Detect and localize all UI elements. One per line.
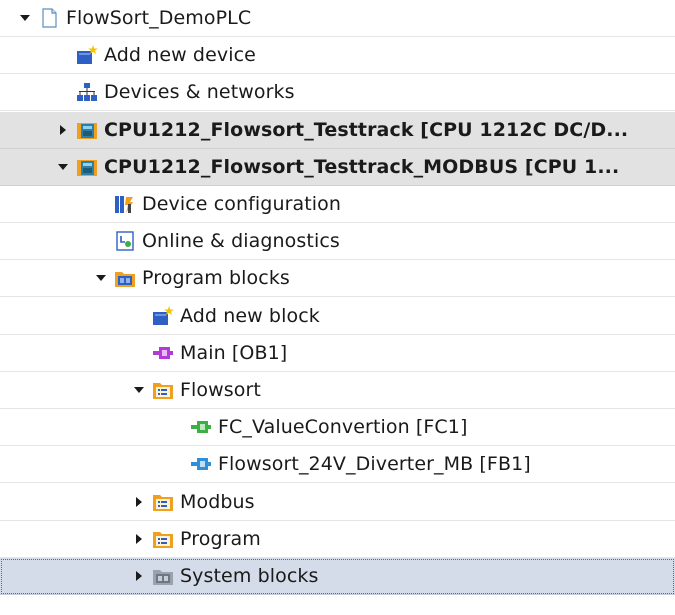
expand-arrow-icon[interactable]	[132, 566, 146, 586]
tree-item-label: Add new device	[104, 44, 256, 67]
collapse-arrow-icon[interactable]	[94, 268, 108, 288]
expand-arrow-icon[interactable]	[132, 529, 146, 549]
tree-item-device-configuration[interactable]: Device configuration	[0, 186, 675, 223]
expand-arrow-icon[interactable]	[56, 120, 70, 140]
fb-block-icon	[190, 453, 212, 475]
tree-item-label: Online & diagnostics	[142, 230, 340, 253]
devices-networks-icon	[76, 81, 98, 103]
tree-item-label: FlowSort_DemoPLC	[66, 7, 252, 29]
tree-item-modbus[interactable]: Modbus	[0, 484, 675, 521]
system-blocks-folder-icon	[152, 565, 174, 587]
tree-item-program-blocks[interactable]: Program blocks	[0, 260, 675, 298]
tree-item-add-new-device[interactable]: Add new device	[0, 37, 675, 75]
collapse-arrow-icon[interactable]	[18, 8, 32, 28]
project-tree: FlowSort_DemoPLC Add new device Devices & …	[0, 0, 675, 615]
tree-item-label: Program blocks	[142, 267, 290, 290]
group-folder-icon	[152, 528, 174, 550]
online-diagnostics-icon	[114, 230, 136, 252]
tree-item-label: Add new block	[180, 304, 320, 327]
add-new-block-icon	[152, 305, 174, 327]
tree-item-label: Program	[180, 527, 261, 550]
tree-item-main-ob1[interactable]: Main [OB1]	[0, 335, 675, 372]
tree-item-flowsort-24v-diverter-mb-fb1[interactable]: Flowsort_24V_Diverter_MB [FB1]	[0, 446, 675, 484]
tree-item-devices-networks[interactable]: Devices & networks	[0, 74, 675, 112]
add-new-device-icon	[76, 44, 98, 66]
cpu-icon	[76, 119, 98, 141]
tree-item-label: CPU1212_Flowsort_Testtrack [CPU 1212C DC…	[104, 118, 629, 141]
tree-item-label: System blocks	[180, 565, 319, 587]
tree-item-label: Device configuration	[142, 193, 342, 215]
fc-block-icon	[190, 416, 212, 438]
group-folder-icon	[152, 491, 174, 513]
tree-item-cpu1212-flowsort-testtrack-cpu-1212c-dc-[interactable]: CPU1212_Flowsort_Testtrack [CPU 1212C DC…	[0, 111, 675, 149]
tree-item-flowsort-demoplc[interactable]: FlowSort_DemoPLC	[0, 0, 675, 37]
tree-item-label: Main [OB1]	[180, 341, 288, 364]
tree-item-label: Devices & networks	[104, 81, 295, 104]
ob-block-icon	[152, 342, 174, 364]
collapse-arrow-icon[interactable]	[56, 157, 70, 177]
tree-item-flowsort[interactable]: Flowsort	[0, 372, 675, 409]
cpu-icon	[76, 156, 98, 178]
device-configuration-icon	[114, 193, 136, 215]
tree-item-fc-valueconvertion-fc1[interactable]: FC_ValueConvertion [FC1]	[0, 409, 675, 447]
tree-item-system-blocks[interactable]: System blocks	[0, 558, 675, 595]
program-blocks-folder-icon	[114, 267, 136, 289]
tree-item-add-new-block[interactable]: Add new block	[0, 298, 675, 335]
tree-item-label: Flowsort	[180, 379, 261, 401]
tree-item-label: Modbus	[180, 490, 255, 513]
tree-item-online-diagnostics[interactable]: Online & diagnostics	[0, 223, 675, 261]
tree-item-label: CPU1212_Flowsort_Testtrack_MODBUS [CPU 1…	[104, 155, 620, 178]
collapse-arrow-icon[interactable]	[132, 380, 146, 400]
tree-item-cpu1212-flowsort-testtrack-modbus-cpu-1[interactable]: CPU1212_Flowsort_Testtrack_MODBUS [CPU 1…	[0, 148, 675, 186]
tree-item-label: FC_ValueConvertion [FC1]	[218, 416, 468, 439]
project-icon	[38, 7, 60, 29]
expand-arrow-icon[interactable]	[132, 492, 146, 512]
tree-item-label: Flowsort_24V_Diverter_MB [FB1]	[218, 453, 531, 476]
tree-item-program[interactable]: Program	[0, 521, 675, 558]
group-folder-icon	[152, 379, 174, 401]
